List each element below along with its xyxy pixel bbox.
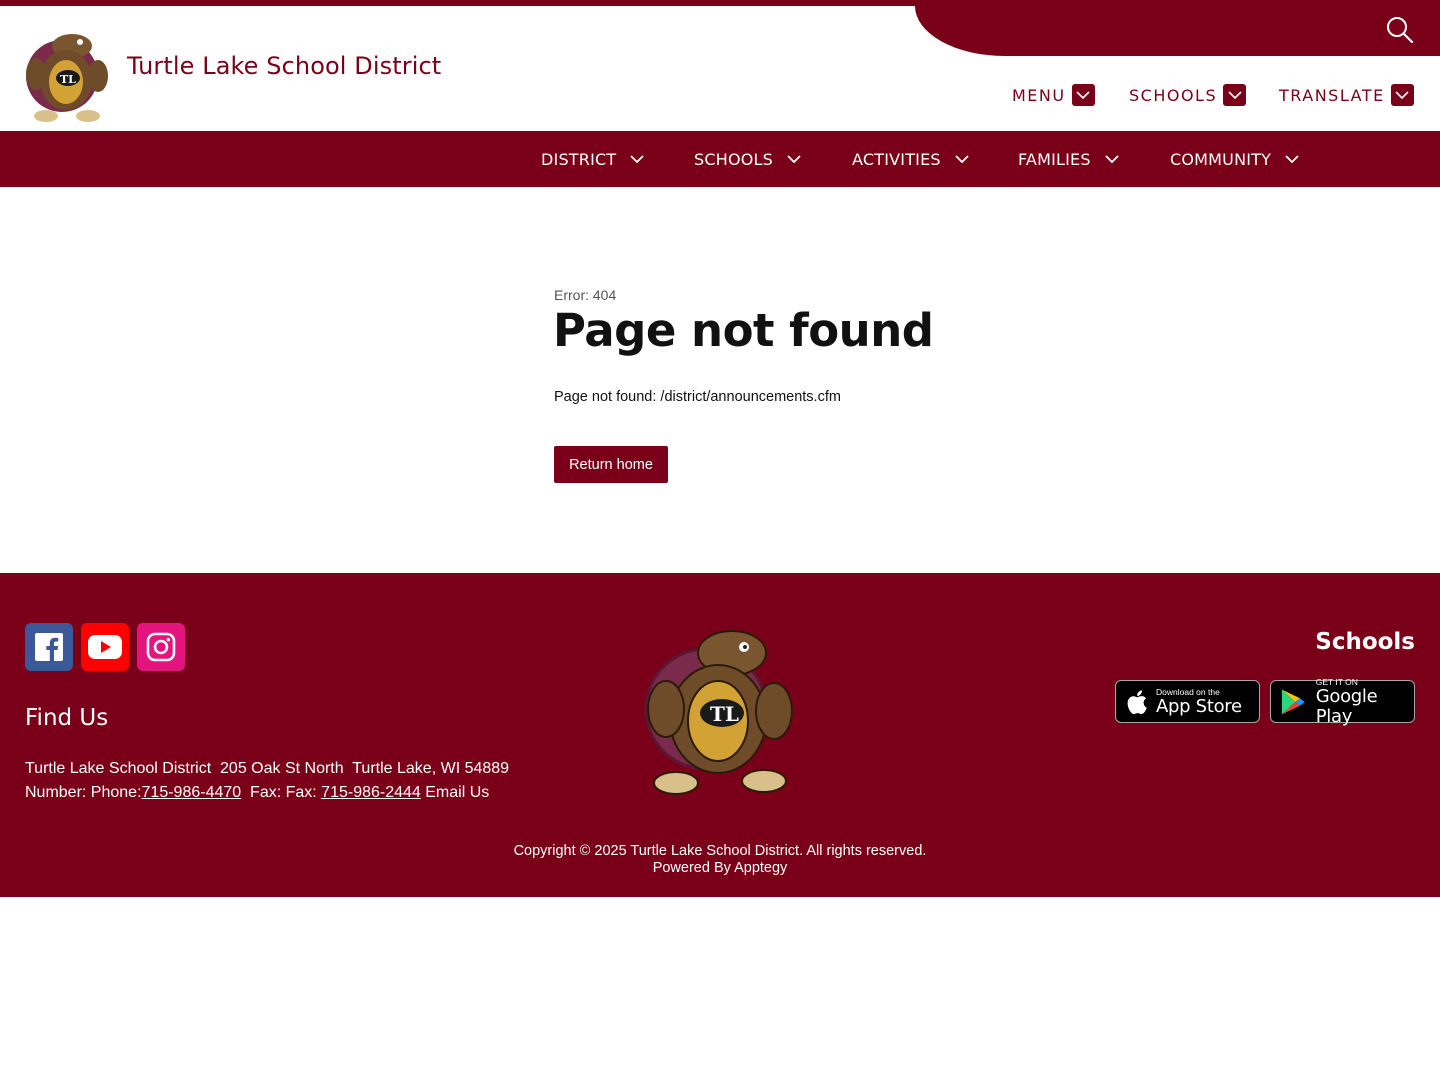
translate-label: TRANSLATE (1279, 85, 1385, 105)
email-us-link[interactable]: Email Us (421, 784, 489, 801)
chevron-down-icon (630, 155, 644, 163)
nav-label: SCHOOLS (694, 149, 774, 169)
instagram-link[interactable] (137, 623, 185, 671)
logo-letters: TL (60, 73, 76, 86)
google-play-big-text: Google Play (1315, 685, 1378, 727)
address-line: Turtle Lake School District 205 Oak St N… (25, 760, 510, 777)
google-play-button[interactable]: GET IT ON Google Play (1270, 676, 1415, 726)
google-play-icon (1281, 689, 1305, 714)
error-code: Error: 404 (554, 287, 617, 303)
page-title: Page not found (553, 304, 934, 357)
chevron-down-icon (955, 155, 969, 163)
powered-by-link[interactable]: Powered By Apptegy (0, 860, 1440, 877)
find-us-heading: Find Us (25, 705, 109, 731)
phone-link[interactable]: 715-986-4470 (142, 784, 242, 801)
nav-item-district[interactable]: DISTRICT (541, 131, 644, 187)
site-footer: Find Us Turtle Lake School District 205 … (0, 573, 1440, 897)
schools-heading: Schools (1315, 629, 1415, 655)
nav-label: DISTRICT (541, 149, 617, 169)
nav-item-community[interactable]: COMMUNITY (1170, 131, 1299, 187)
phone-fax-line: Number: Phone:715-986-4470 Fax: Fax: 715… (25, 781, 509, 805)
nav-item-schools[interactable]: SCHOOLS (694, 131, 801, 187)
app-store-small-text: Download on the (1156, 686, 1220, 697)
google-play-small-text: GET IT ON (1315, 676, 1358, 687)
chevron-down-icon (1390, 84, 1414, 106)
instagram-icon (146, 632, 176, 662)
nav-item-families[interactable]: FAMILIES (1018, 131, 1119, 187)
main-navigation: DISTRICT SCHOOLS ACTIVITIES FAMILIES COM… (0, 131, 1440, 187)
turtle-mascot-logo: TL (644, 630, 793, 795)
menu-label: MENU (1012, 85, 1066, 105)
fax-prefix: Fax: Fax: (241, 784, 322, 801)
copyright-text: Copyright © 2025 Turtle Lake School Dist… (513, 843, 927, 859)
chevron-down-icon (1105, 155, 1119, 163)
chevron-down-icon (787, 155, 801, 163)
youtube-icon (88, 635, 122, 659)
app-store-button[interactable]: Download on the App Store (1115, 680, 1260, 723)
schools-label: SCHOOLS (1129, 85, 1218, 105)
logo-letters: TL (710, 702, 739, 726)
return-home-button[interactable]: Return home (554, 446, 668, 483)
header-top-tab (915, 6, 1440, 56)
nav-label: COMMUNITY (1170, 149, 1272, 169)
nav-item-activities[interactable]: ACTIVITIES (852, 131, 969, 187)
schools-dropdown[interactable]: SCHOOLS (1129, 84, 1247, 106)
nav-label: FAMILIES (1018, 149, 1091, 169)
chevron-down-icon (1285, 155, 1299, 163)
chevron-down-icon (1223, 84, 1247, 106)
search-button[interactable] (1384, 14, 1416, 46)
fax-link[interactable]: 715-986-2444 (321, 784, 421, 801)
error-message: Page not found: /district/announcements.… (554, 389, 841, 405)
apple-icon (1127, 689, 1147, 714)
facebook-icon (35, 633, 63, 661)
translate-dropdown[interactable]: TRANSLATE (1279, 84, 1414, 106)
site-header: TL Turtle Lake School District MENU SCHO… (0, 6, 1440, 136)
nav-label: ACTIVITIES (852, 149, 941, 169)
menu-dropdown[interactable]: MENU (1012, 84, 1095, 106)
contact-info: Turtle Lake School District 205 Oak St N… (25, 757, 509, 805)
footer-mascot-logo: TL (640, 621, 800, 799)
turtle-mascot-logo: TL (26, 34, 108, 122)
district-logo[interactable]: TL (22, 24, 114, 136)
chevron-down-icon (1071, 84, 1095, 106)
site-title[interactable]: Turtle Lake School District (127, 52, 441, 80)
search-icon (1387, 17, 1414, 44)
app-store-big-text: App Store (1156, 695, 1242, 717)
youtube-link[interactable] (81, 623, 129, 671)
phone-prefix: Number: Phone: (25, 784, 142, 801)
facebook-link[interactable] (25, 623, 73, 671)
copyright-block: Copyright © 2025 Turtle Lake School Dist… (0, 843, 1440, 877)
